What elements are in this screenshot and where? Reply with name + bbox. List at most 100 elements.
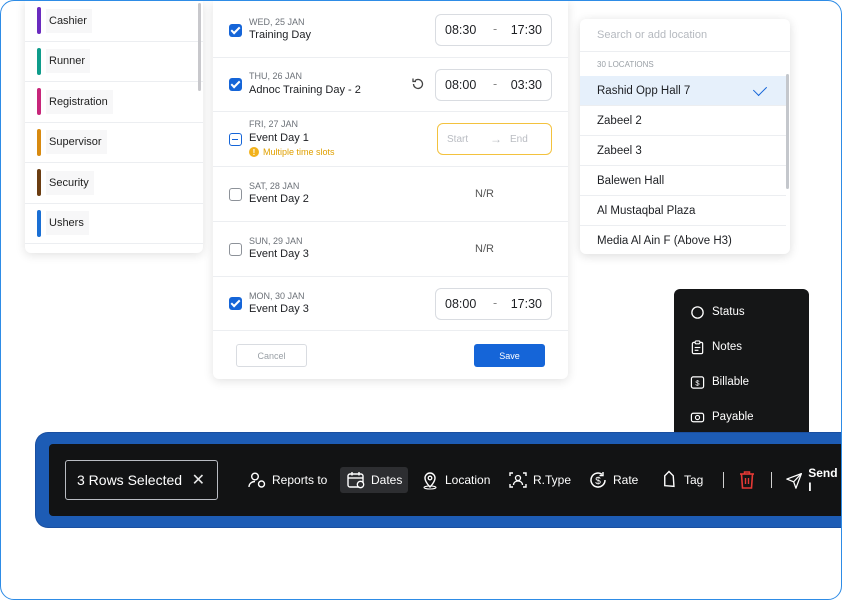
menu-item-status[interactable]: Status <box>690 302 745 322</box>
end-time[interactable]: 17:30 <box>511 23 542 37</box>
menu-item-label: Notes <box>712 341 743 353</box>
role-item[interactable]: Cashier <box>25 1 203 42</box>
location-label: Balewen Hall <box>597 175 665 187</box>
date-name: Event Day 1 <box>249 132 309 144</box>
date-checkbox[interactable] <box>229 133 242 146</box>
role-color-bar <box>37 47 41 75</box>
location-item[interactable]: Media Al Ain F (Above H3) <box>580 226 786 254</box>
time-separator: - <box>493 77 498 91</box>
not-required-value: N/R <box>475 243 494 255</box>
end-time[interactable]: 17:30 <box>511 297 542 311</box>
warning-text: Multiple time slots <box>263 147 335 157</box>
location-item[interactable]: Zabeel 3 <box>580 136 786 166</box>
date-name: Event Day 3 <box>249 303 309 315</box>
svg-text:$: $ <box>695 378 700 387</box>
location-label: Media Al Ain F (Above H3) <box>597 235 732 247</box>
trash-icon[interactable] <box>737 469 757 491</box>
date-checkbox[interactable] <box>229 188 242 201</box>
location-button[interactable]: Location <box>420 467 490 493</box>
date-row: SUN, 29 JAN Event Day 3 N/R <box>213 222 568 277</box>
clipboard-icon <box>691 339 704 354</box>
location-item[interactable]: Al Mustaqbal Plaza <box>580 196 786 226</box>
circle-icon <box>691 305 704 319</box>
location-search-input[interactable]: Search or add location <box>580 19 790 52</box>
role-item[interactable]: Supervisor <box>25 123 203 163</box>
date-row: FRI, 27 JAN Event Day 1 ! Multiple time … <box>213 112 568 167</box>
role-item[interactable]: Registration <box>25 82 203 123</box>
menu-item-notes[interactable]: Notes <box>690 337 742 357</box>
location-label: Zabeel 2 <box>597 115 642 127</box>
dates-panel: WED, 25 JAN Training Day 08:30 - 17:30 T… <box>213 1 568 379</box>
rate-icon: $ <box>590 472 606 488</box>
locations-count: 30 LOCATIONS <box>597 60 654 69</box>
role-color-bar <box>37 7 41 35</box>
action-label: Rate <box>613 473 639 487</box>
save-button[interactable]: Save <box>474 344 545 367</box>
date-checkbox[interactable] <box>229 243 242 256</box>
date-checkbox[interactable] <box>229 24 242 37</box>
tag-button[interactable]: Tag <box>659 467 703 493</box>
start-time[interactable]: 08:00 <box>445 297 476 311</box>
svg-text:$: $ <box>595 476 601 487</box>
time-range-input[interactable]: Start → End <box>437 123 552 155</box>
time-range-input[interactable]: 08:30 - 17:30 <box>435 14 552 46</box>
location-item[interactable]: Zabeel 2 <box>580 106 786 136</box>
date-row: SAT, 28 JAN Event Day 2 N/R <box>213 167 568 222</box>
billable-icon: $ <box>690 375 705 389</box>
reports-to-button[interactable]: Reports to <box>247 467 327 493</box>
close-icon[interactable]: ✕ <box>192 470 205 490</box>
role-label: Security <box>46 170 94 195</box>
date-day: SAT, 28 JAN <box>249 181 300 191</box>
locations-scrollbar[interactable] <box>786 74 789 189</box>
time-range-input[interactable]: 08:00 - 17:30 <box>435 288 552 320</box>
reports-to-icon <box>248 472 266 488</box>
date-day: MON, 30 JAN <box>249 291 305 301</box>
roles-list: Cashier Runner Registration Supervisor S… <box>25 1 203 253</box>
warning-icon: ! <box>249 147 259 157</box>
role-label: Cashier <box>46 8 92 33</box>
warning-message: ! Multiple time slots <box>249 147 335 157</box>
start-placeholder[interactable]: Start <box>447 134 468 145</box>
menu-item-billable[interactable]: $ Billable <box>690 372 749 392</box>
end-time[interactable]: 03:30 <box>511 78 542 92</box>
role-label: Registration <box>46 89 113 114</box>
cancel-button[interactable]: Cancel <box>236 344 307 367</box>
check-icon <box>752 81 768 97</box>
date-name: Training Day <box>249 29 311 41</box>
action-label: Reports to <box>272 473 328 487</box>
date-checkbox[interactable] <box>229 78 242 91</box>
date-day: THU, 26 JAN <box>249 71 303 81</box>
role-label: Runner <box>46 49 91 74</box>
location-item[interactable]: Rashid Opp Hall 7 <box>580 76 786 106</box>
date-checkbox[interactable] <box>229 297 242 310</box>
roles-scrollbar[interactable] <box>198 3 201 91</box>
selection-chip: 3 Rows Selected ✕ <box>65 460 218 500</box>
separator <box>771 472 772 488</box>
location-item[interactable]: Balewen Hall <box>580 166 786 196</box>
time-range-input[interactable]: 08:00 - 03:30 <box>435 69 552 101</box>
role-item[interactable]: Runner <box>25 42 203 82</box>
action-label: Location <box>445 473 491 487</box>
action-label: Send I <box>808 466 838 494</box>
rtype-icon <box>509 472 527 488</box>
start-time[interactable]: 08:30 <box>445 23 476 37</box>
rate-button[interactable]: $ Rate <box>588 467 638 493</box>
rtype-button[interactable]: R.Type <box>508 467 571 493</box>
menu-item-payable[interactable]: Payable <box>690 407 754 427</box>
send-button[interactable]: Send I <box>785 466 841 494</box>
menu-item-label: Payable <box>712 411 754 423</box>
date-name: Adnoc Training Day - 2 <box>249 84 361 96</box>
field-menu: Status Notes $ Billable Payable <box>674 289 809 439</box>
dates-button[interactable]: Dates <box>340 467 409 493</box>
date-row: THU, 26 JAN Adnoc Training Day - 2 08:00… <box>213 58 568 112</box>
date-day: WED, 25 JAN <box>249 17 305 27</box>
app-frame: Cashier Runner Registration Supervisor S… <box>0 0 842 600</box>
start-time[interactable]: 08:00 <box>445 78 476 92</box>
end-placeholder[interactable]: End <box>510 134 528 145</box>
reset-icon[interactable] <box>410 76 426 92</box>
date-row: MON, 30 JAN Event Day 3 08:00 - 17:30 <box>213 277 568 331</box>
role-item[interactable]: Ushers <box>25 204 203 244</box>
selection-count: 3 Rows Selected <box>77 472 183 488</box>
role-item[interactable]: Security <box>25 163 203 204</box>
role-color-bar <box>37 169 41 197</box>
